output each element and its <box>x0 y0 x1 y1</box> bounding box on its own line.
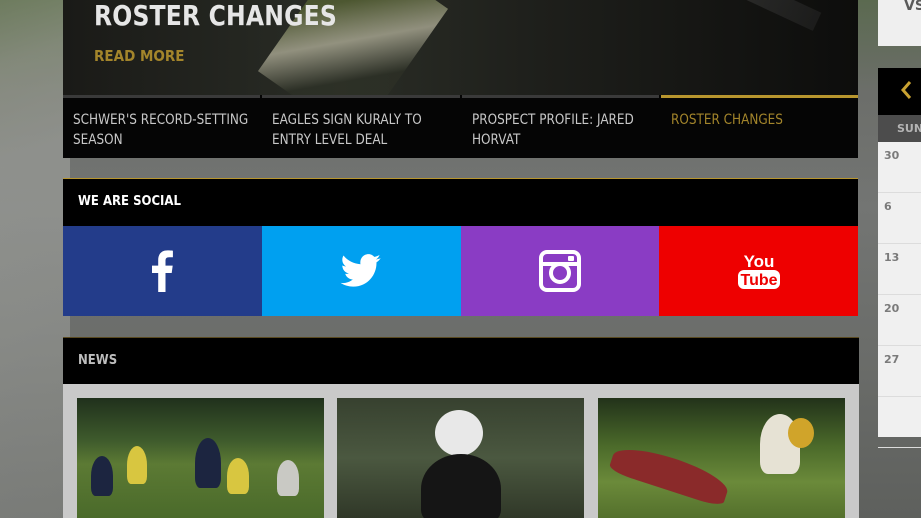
news-section-title: NEWS <box>78 353 118 368</box>
news-tab[interactable]: EAGLES SIGN KURALY TO ENTRY LEVEL DEAL <box>262 95 460 158</box>
matchup-vs-label: VS <box>904 0 921 14</box>
next-game-card[interactable]: VS <box>878 0 921 46</box>
calendar-day[interactable]: 27 <box>878 346 921 397</box>
instagram-button[interactable] <box>460 226 660 316</box>
news-tab-active[interactable]: ROSTER CHANGES <box>660 95 858 158</box>
news-card-image[interactable] <box>77 398 324 518</box>
calendar-day-header: SUN <box>878 115 921 142</box>
calendar-date: 27 <box>884 353 900 366</box>
calendar-day[interactable]: 30 <box>878 142 921 193</box>
hero-image-detail <box>504 0 822 31</box>
instagram-icon <box>538 250 581 292</box>
news-slider-tabs: SCHWER'S RECORD-SETTING SEASON EAGLES SI… <box>63 95 858 158</box>
social-section-header: WE ARE SOCIAL <box>63 178 858 226</box>
calendar-day[interactable] <box>878 397 921 448</box>
photo-detail <box>195 438 221 488</box>
twitter-button[interactable] <box>261 226 461 316</box>
calendar-day[interactable]: 6 <box>878 193 921 244</box>
photo-detail <box>227 458 249 494</box>
calendar-header <box>878 68 921 115</box>
photo-detail <box>607 440 733 508</box>
news-tab-label: SCHWER'S RECORD-SETTING SEASON <box>73 112 249 148</box>
youtube-logo-tube: Tube <box>740 272 777 289</box>
news-tab-label: EAGLES SIGN KURALY TO ENTRY LEVEL DEAL <box>272 112 422 148</box>
calendar-date: 13 <box>884 251 900 264</box>
news-tab-label: ROSTER CHANGES <box>670 112 783 128</box>
facebook-icon <box>152 250 174 292</box>
background-jersey-texture <box>0 0 70 518</box>
day-label-sun: SUN <box>897 122 921 135</box>
news-tab[interactable]: PROSPECT PROFILE: JARED HORVAT <box>461 95 659 158</box>
photo-detail <box>788 418 814 448</box>
calendar-date: 6 <box>884 200 892 213</box>
news-card-image[interactable] <box>598 398 845 518</box>
calendar-grid: 30 6 13 20 27 <box>878 142 921 448</box>
social-links: You Tube <box>63 226 858 316</box>
calendar-date: 20 <box>884 302 900 315</box>
photo-detail <box>91 456 113 496</box>
photo-detail <box>421 454 501 518</box>
calendar-day[interactable]: 20 <box>878 295 921 346</box>
facebook-button[interactable] <box>63 226 262 316</box>
read-more-link[interactable]: READ MORE <box>94 47 185 65</box>
youtube-logo-you: You <box>743 252 774 271</box>
youtube-button[interactable]: You Tube <box>659 226 858 316</box>
news-section-header: NEWS <box>63 337 859 384</box>
photo-detail <box>127 446 147 484</box>
news-tab[interactable]: SCHWER'S RECORD-SETTING SEASON <box>63 95 261 158</box>
hero-title: ROSTER CHANGES <box>94 0 337 32</box>
calendar-date: 30 <box>884 149 900 162</box>
news-tab-label: PROSPECT PROFILE: JARED HORVAT <box>471 112 634 148</box>
social-section-title: WE ARE SOCIAL <box>78 194 181 209</box>
news-grid <box>63 384 859 518</box>
youtube-icon: You Tube <box>737 252 780 289</box>
twitter-icon <box>340 254 381 287</box>
chevron-left-icon[interactable] <box>900 80 912 100</box>
photo-detail <box>435 410 483 456</box>
calendar-day[interactable]: 13 <box>878 244 921 295</box>
news-card-image[interactable] <box>337 398 584 518</box>
photo-detail <box>277 460 299 496</box>
hero-slide[interactable]: ROSTER CHANGES READ MORE <box>63 0 858 95</box>
